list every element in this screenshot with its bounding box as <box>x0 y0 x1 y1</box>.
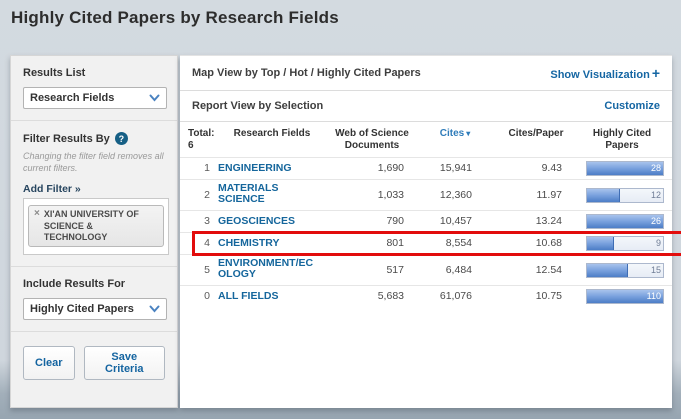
bar-fill <box>587 237 614 250</box>
show-visualization-label: Show Visualization <box>550 69 649 81</box>
filter-section: Filter Results By ? Changing the filter … <box>11 121 177 266</box>
highly-cited-bar: 26 <box>586 214 664 229</box>
plus-icon: + <box>652 65 660 81</box>
report-view-label: Report View by Selection <box>192 100 323 112</box>
row-index: 4 <box>188 236 218 251</box>
cites-per-paper-value: 12.54 <box>492 263 580 278</box>
total-value: 6 <box>188 140 194 151</box>
highly-cited-bar: 110 <box>586 289 664 304</box>
row-index: 1 <box>188 161 218 176</box>
cites-value: 10,457 <box>418 214 492 229</box>
help-icon[interactable]: ? <box>115 132 128 145</box>
wos-documents-value: 1,690 <box>326 161 418 176</box>
highly-cited-value: 26 <box>651 215 661 228</box>
filter-note: Changing the filter field removes all cu… <box>23 151 173 174</box>
cites-value: 12,360 <box>418 188 492 203</box>
field-link[interactable]: CHEMISTRY <box>218 238 279 249</box>
cites-value: 15,941 <box>418 161 492 176</box>
row-index: 2 <box>188 188 218 203</box>
cites-value: 8,554 <box>418 236 492 251</box>
save-criteria-button[interactable]: Save Criteria <box>84 346 165 380</box>
highly-cited-bar: 9 <box>586 236 664 251</box>
sidebar-buttons: Clear Save Criteria <box>11 332 177 394</box>
filter-tag-label: XI'AN UNIVERSITY OF SCIENCE & TECHNOLOGY <box>44 209 158 243</box>
row-index: 3 <box>188 214 218 229</box>
highly-cited-value: 12 <box>651 189 661 202</box>
bar-fill <box>587 264 628 277</box>
results-list-value: Research Fields <box>30 92 114 104</box>
col-header-cites-per-paper: Cites/Paper <box>492 128 580 152</box>
page: Highly Cited Papers by Research Fields R… <box>0 0 681 419</box>
customize-link[interactable]: Customize <box>604 100 660 112</box>
wos-documents-value: 1,033 <box>326 188 418 203</box>
col-header-highly-cited: Highly Cited Papers <box>580 128 664 152</box>
col-header-cites: Cites <box>440 128 464 139</box>
include-results-section: Include Results For Highly Cited Papers <box>11 267 177 331</box>
cites-per-paper-value: 11.97 <box>492 188 580 203</box>
total-count: Total: 6 <box>188 128 218 152</box>
chevron-down-icon <box>149 89 160 107</box>
cites-per-paper-value: 9.43 <box>492 161 580 176</box>
results-list-label: Results List <box>23 67 165 79</box>
add-filter-link[interactable]: Add Filter » <box>23 183 81 195</box>
cites-per-paper-value: 10.75 <box>492 289 580 304</box>
wos-documents-value: 517 <box>326 263 418 278</box>
highly-cited-value: 110 <box>647 290 661 303</box>
results-list-select[interactable]: Research Fields <box>23 87 167 109</box>
highly-cited-value: 9 <box>656 237 661 250</box>
remove-filter-icon[interactable]: × <box>34 209 40 219</box>
highly-cited-bar: 12 <box>586 188 664 203</box>
table-row: 0 ALL FIELDS 5,683 61,076 10.75 110 <box>180 285 672 307</box>
field-link[interactable]: ENGINEERING <box>218 163 292 174</box>
cites-value: 6,484 <box>418 263 492 278</box>
highly-cited-value: 15 <box>651 264 661 277</box>
highly-cited-bar: 28 <box>586 161 664 176</box>
table-row: 3 GEOSCIENCES 790 10,457 13.24 26 <box>180 210 672 232</box>
sort-desc-icon: ▾ <box>466 129 470 138</box>
report-view-bar: Report View by Selection Customize <box>180 91 672 122</box>
col-header-research-fields: Research Fields <box>218 128 326 152</box>
show-visualization-link[interactable]: Show Visualization+ <box>550 65 660 81</box>
results-list-section: Results List Research Fields <box>11 56 177 120</box>
row-index: 0 <box>188 289 218 304</box>
cites-per-paper-value: 13.24 <box>492 214 580 229</box>
field-link[interactable]: ENVIRONMENT/ECOLOGY <box>218 258 318 280</box>
include-results-select[interactable]: Highly Cited Papers <box>23 298 167 320</box>
main-panel: Map View by Top / Hot / Highly Cited Pap… <box>180 55 672 408</box>
cites-value: 61,076 <box>418 289 492 304</box>
cites-per-paper-value: 10.68 <box>492 236 580 251</box>
chevron-down-icon <box>149 300 160 318</box>
total-label: Total: <box>188 128 214 139</box>
highly-cited-bar: 15 <box>586 263 664 278</box>
sidebar: Results List Research Fields Filter Resu… <box>10 55 178 408</box>
table-row: 1 ENGINEERING 1,690 15,941 9.43 28 <box>180 157 672 179</box>
col-header-cites-sort[interactable]: Cites▾ <box>418 128 492 152</box>
map-view-label: Map View by Top / Hot / Highly Cited Pap… <box>192 67 421 79</box>
table-row: 5 ENVIRONMENT/ECOLOGY 517 6,484 12.54 15 <box>180 254 672 285</box>
table-header: Total: 6 Research Fields Web of Science … <box>180 122 672 157</box>
field-link[interactable]: GEOSCIENCES <box>218 216 295 227</box>
table-row: 2 MATERIALS SCIENCE 1,033 12,360 11.97 1… <box>180 179 672 210</box>
include-results-label: Include Results For <box>23 278 165 290</box>
row-index: 5 <box>188 263 218 278</box>
field-link[interactable]: ALL FIELDS <box>218 291 278 302</box>
page-title: Highly Cited Papers by Research Fields <box>11 8 339 28</box>
field-link[interactable]: MATERIALS SCIENCE <box>218 183 318 205</box>
clear-button[interactable]: Clear <box>23 346 75 380</box>
filter-tag[interactable]: × XI'AN UNIVERSITY OF SCIENCE & TECHNOLO… <box>28 205 164 247</box>
highly-cited-value: 28 <box>651 162 661 175</box>
include-results-value: Highly Cited Papers <box>30 303 134 315</box>
wos-documents-value: 801 <box>326 236 418 251</box>
wos-documents-value: 790 <box>326 214 418 229</box>
filter-by-label: Filter Results By <box>23 133 110 145</box>
map-view-bar: Map View by Top / Hot / Highly Cited Pap… <box>180 56 672 91</box>
bar-fill <box>587 189 620 202</box>
wos-documents-value: 5,683 <box>326 289 418 304</box>
table-row-highlighted: 4 CHEMISTRY 801 8,554 10.68 9 <box>180 232 672 254</box>
filter-tag-box: × XI'AN UNIVERSITY OF SCIENCE & TECHNOLO… <box>23 198 169 255</box>
col-header-wos-documents: Web of Science Documents <box>326 128 418 152</box>
